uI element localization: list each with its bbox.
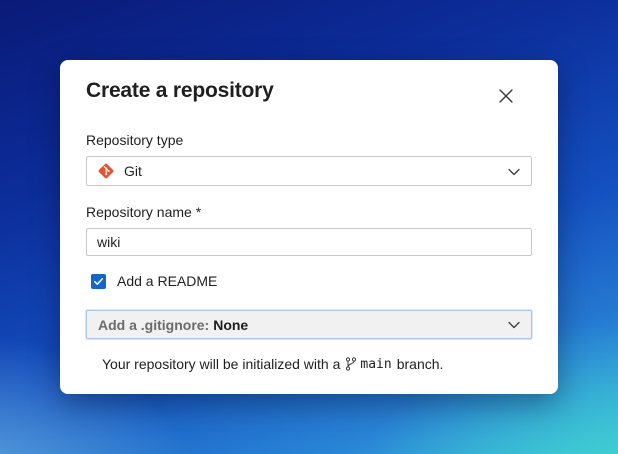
repository-type-select[interactable]: Git xyxy=(86,156,532,186)
chevron-down-icon xyxy=(507,318,521,332)
gitignore-prefix: Add a .gitignore: xyxy=(98,316,210,333)
repository-name-label: Repository name * xyxy=(86,204,202,220)
git-logo-icon xyxy=(98,163,114,179)
info-text-before: Your repository will be initialized with… xyxy=(102,356,341,372)
create-repository-dialog: Create a repository Repository type Git … xyxy=(60,60,558,394)
repository-name-input[interactable] xyxy=(86,228,532,256)
info-text-after: branch. xyxy=(396,356,444,372)
branch-icon xyxy=(345,357,357,371)
repository-type-value: Git xyxy=(124,163,142,179)
repository-type-label: Repository type xyxy=(86,132,184,148)
chevron-down-icon xyxy=(507,165,521,179)
checkmark-icon xyxy=(94,277,104,285)
close-button[interactable] xyxy=(492,82,520,110)
add-readme-label: Add a README xyxy=(117,273,218,289)
close-icon xyxy=(499,89,513,103)
gitignore-value: None xyxy=(213,316,249,333)
gitignore-dropdown[interactable]: Add a .gitignore: None xyxy=(86,310,532,339)
add-readme-checkbox[interactable] xyxy=(91,273,106,289)
add-readme-checkbox-row[interactable]: Add a README xyxy=(91,273,217,289)
dialog-title: Create a repository xyxy=(86,79,274,102)
branch-name: main xyxy=(360,356,392,372)
initialization-info: Your repository will be initialized with… xyxy=(102,356,443,372)
